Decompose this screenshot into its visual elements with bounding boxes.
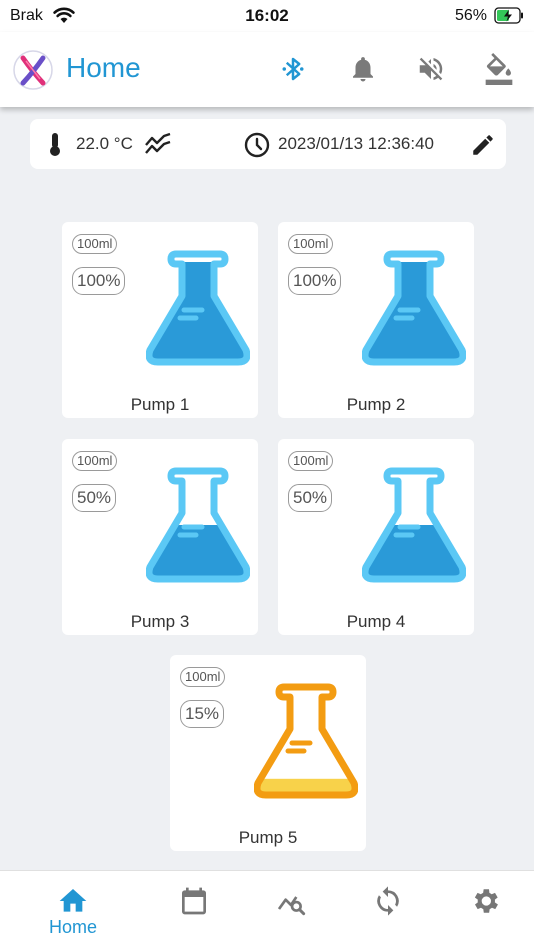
flask-liquid <box>365 262 463 362</box>
bluetooth-icon <box>282 57 304 81</box>
pump-name: Pump 3 <box>130 612 190 631</box>
paint-bucket-button[interactable] <box>482 52 516 86</box>
app-header: Home <box>0 32 534 107</box>
pump-name: Pump 4 <box>346 612 406 631</box>
battery-charging-icon <box>494 7 523 24</box>
pump-card-3[interactable]: 100ml 50% Pump 3 <box>62 439 258 635</box>
flask-icon <box>362 467 466 583</box>
paint-bucket-icon <box>485 53 513 85</box>
pump-volume-badge: 100ml <box>180 667 226 687</box>
status-bar: Brak 16:02 56% <box>0 0 534 32</box>
pump-card-1[interactable]: 100ml 100% Pump 1 <box>62 222 258 418</box>
nav-sync[interactable] <box>343 871 433 951</box>
pump-percent-badge: 100% <box>288 267 342 295</box>
nav-analytics[interactable] <box>246 871 336 951</box>
pump-volume-badge: 100ml <box>72 451 118 471</box>
nav-calendar[interactable] <box>149 871 239 951</box>
nav-home[interactable]: Home <box>28 871 118 951</box>
mute-button[interactable] <box>414 52 448 86</box>
app-logo <box>13 50 53 90</box>
volume-off-icon <box>419 57 443 81</box>
flask-icon <box>146 467 250 583</box>
pump-volume-badge: 100ml <box>288 451 334 471</box>
flask-icon <box>362 250 466 366</box>
pump-name: Pump 1 <box>130 395 190 414</box>
flask-icon <box>254 683 358 799</box>
settings-icon <box>474 889 498 913</box>
flask-liquid <box>149 262 247 362</box>
pump-card-4[interactable]: 100ml 50% Pump 4 <box>278 439 474 635</box>
edit-pencil-icon[interactable] <box>470 132 496 158</box>
notifications-button[interactable] <box>346 52 380 86</box>
page-title: Home <box>66 52 141 83</box>
sync-icon <box>377 886 399 916</box>
pump-name: Pump 2 <box>346 395 406 414</box>
bluetooth-button[interactable] <box>276 52 310 86</box>
battery-percent: 56% <box>454 7 487 24</box>
pump-volume-badge: 100ml <box>288 234 334 254</box>
pump-card-2[interactable]: 100ml 100% Pump 2 <box>278 222 474 418</box>
info-bar: 22.0 °C 2023/01/13 12:36:40 <box>30 119 506 169</box>
temperature-value: 22.0 °C <box>76 134 133 153</box>
thermometer-icon <box>50 133 60 156</box>
trend-chart-icon[interactable] <box>144 132 172 156</box>
pump-percent-badge: 50% <box>72 484 117 512</box>
pump-card-5[interactable]: 100ml 15% Pump 5 <box>170 655 366 851</box>
pump-percent-badge: 15% <box>180 700 225 728</box>
analytics-icon <box>277 896 306 916</box>
pump-percent-badge: 100% <box>72 267 126 295</box>
bottom-nav: Home <box>0 870 534 951</box>
nav-home-label: Home <box>48 917 97 937</box>
clock-icon <box>244 132 270 158</box>
pump-name: Pump 5 <box>238 828 298 847</box>
status-time: 16:02 <box>245 6 289 25</box>
pump-volume-badge: 100ml <box>72 234 118 254</box>
calendar-icon <box>182 887 206 915</box>
nav-settings[interactable] <box>440 871 530 951</box>
pump-percent-badge: 50% <box>288 484 333 512</box>
datetime-value: 2023/01/13 12:36:40 <box>278 134 434 153</box>
bell-icon <box>353 57 373 82</box>
home-icon <box>59 889 87 912</box>
flask-icon <box>146 250 250 366</box>
